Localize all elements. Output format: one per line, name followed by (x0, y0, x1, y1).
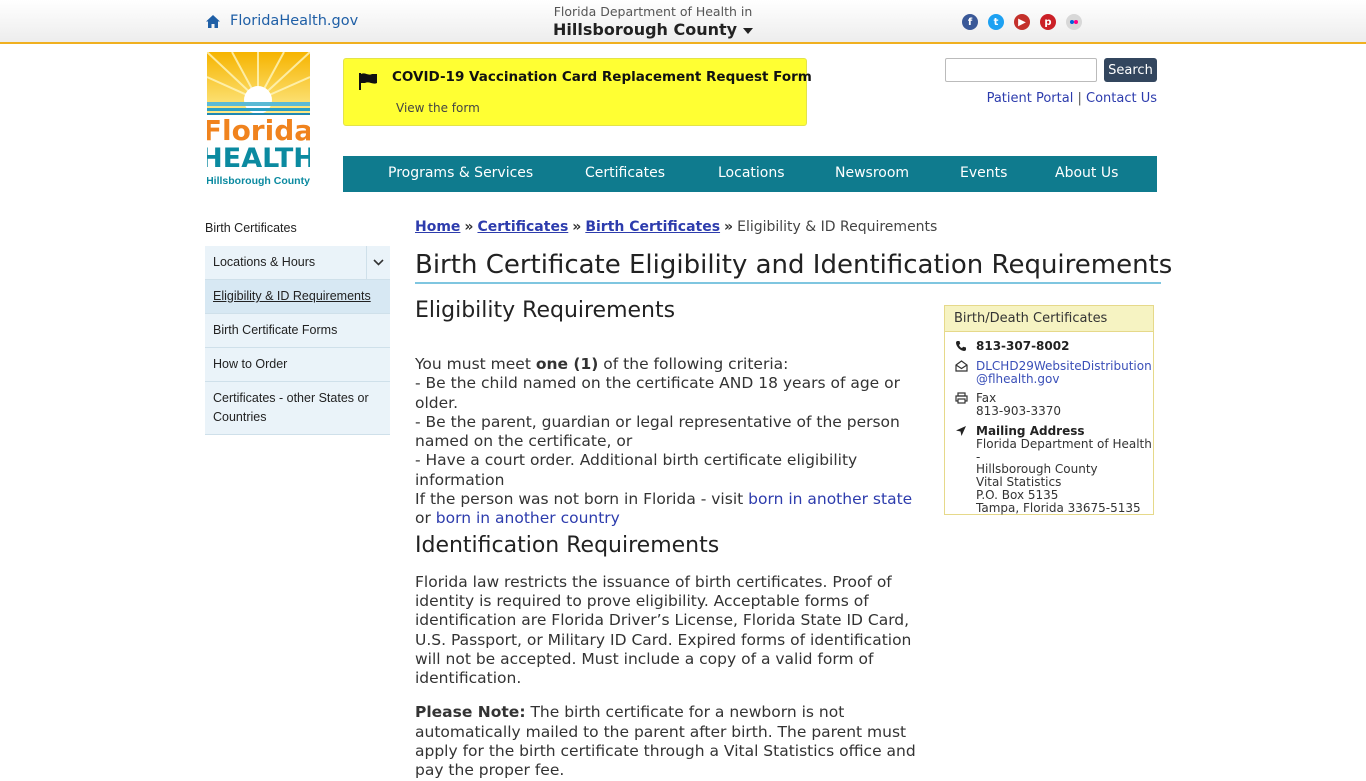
logo-word-county: Hillsborough County (207, 175, 310, 187)
breadcrumb: Home» Certificates» Birth Certificates» Eli… (415, 219, 937, 235)
nav-programs-services[interactable]: Programs & Services (388, 165, 533, 181)
sidebar-item-other-states[interactable]: Certificates - other States or Countries (205, 382, 390, 435)
eligibility-heading: Eligibility Requirements (415, 298, 676, 323)
county-selector[interactable]: Florida Department of Health in Hillsbor… (553, 4, 754, 39)
born-another-state-link[interactable]: born in another state (748, 490, 912, 508)
contact-fax-row: Fax 813-903-3370 (954, 392, 1061, 418)
nav-events[interactable]: Events (960, 165, 1007, 181)
contact-phone: 813-307-8002 (976, 339, 1070, 353)
please-note: Please Note: The birth certificate for a… (415, 703, 916, 780)
expand-toggle[interactable] (366, 246, 390, 279)
nav-newsroom[interactable]: Newsroom (835, 165, 909, 181)
twitter-icon[interactable]: t (988, 14, 1004, 30)
home-link-label: FloridaHealth.gov (230, 13, 359, 29)
sidebar-menu: Locations & Hours Eligibility & ID Requi… (205, 246, 390, 435)
nav-locations[interactable]: Locations (718, 165, 785, 181)
sidebar-item-forms[interactable]: Birth Certificate Forms (205, 314, 390, 348)
main-content: Eligibility Requirements You must meet o… (415, 296, 923, 781)
page-title: Birth Certificate Eligibility and Identi… (415, 250, 1172, 284)
address-line-1: Florida Department of Health - (976, 436, 1152, 464)
identification-heading: Identification Requirements (415, 532, 720, 558)
identification-text: Florida law restricts the issuance of bi… (415, 572, 912, 688)
contact-mailing-row: Mailing Address Florida Department of He… (954, 425, 1153, 515)
search-input[interactable] (945, 58, 1097, 82)
nav-about-us[interactable]: About Us (1055, 165, 1118, 181)
sidebar-title: Birth Certificates (205, 221, 297, 235)
caret-down-icon (743, 27, 754, 34)
contact-heading: Birth/Death Certificates (945, 306, 1153, 332)
logo-word-health: HEALTH (207, 143, 310, 174)
alert-title: COVID-19 Vaccination Card Replacement Re… (392, 69, 812, 85)
view-form-link[interactable]: View the form (396, 101, 480, 115)
breadcrumb-home[interactable]: Home (415, 219, 460, 235)
contact-box: Birth/Death Certificates 813-307-8002 DL… (944, 305, 1154, 515)
florida-health-logo[interactable]: Florida HEALTH Hillsborough County (200, 51, 316, 188)
dept-line1: Florida Department of Health in (553, 4, 753, 19)
search-button[interactable]: Search (1104, 58, 1157, 82)
dept-county-label: Hillsborough County (553, 20, 738, 39)
fax-number: 813-903-3370 (976, 403, 1062, 418)
address-line-5: Tampa, Florida 33675-5135 (976, 500, 1141, 515)
criteria-bullet-2: - Be the parent, guardian or legal repre… (415, 412, 900, 451)
chevron-down-icon (373, 259, 384, 266)
social-links: f t ▶ p (962, 14, 1082, 30)
not-born-in-florida: If the person was not born in Florida - … (415, 490, 913, 528)
floridahealth-home-link[interactable]: FloridaHealth.gov (205, 13, 358, 29)
printer-icon (954, 392, 968, 404)
breadcrumb-certificates[interactable]: Certificates (477, 219, 568, 235)
youtube-icon[interactable]: ▶ (1014, 14, 1030, 30)
flag-icon (359, 73, 377, 90)
sidebar-item-label: Certificates - other States or Countries (213, 391, 369, 424)
breadcrumb-current: Eligibility & ID Requirements (737, 219, 938, 235)
criteria-intro: You must meet one (1) of the following c… (415, 355, 789, 373)
nav-certificates[interactable]: Certificates (585, 165, 665, 181)
sidebar-item-label: Locations & Hours (213, 255, 316, 269)
criteria-bullet-3: - Have a court order. Additional birth c… (415, 451, 858, 489)
pinterest-icon[interactable]: p (1040, 14, 1056, 30)
envelope-icon (954, 360, 968, 372)
breadcrumb-separator: » (464, 219, 474, 235)
criteria-bold: one (1) (535, 355, 599, 373)
please-note-label: Please Note: (415, 703, 526, 722)
phone-icon (956, 341, 966, 351)
sidebar-item-label: How to Order (213, 357, 288, 371)
logo-graphic: Florida HEALTH Hillsborough County (200, 51, 316, 187)
utility-separator: | (1077, 91, 1082, 106)
contact-us-link[interactable]: Contact Us (1086, 91, 1157, 106)
sidebar-item-how-to-order[interactable]: How to Order (205, 348, 390, 382)
criteria-bullet-1: - Be the child named on the certificate … (415, 374, 900, 412)
facebook-icon[interactable]: f (962, 14, 978, 30)
patient-portal-link[interactable]: Patient Portal (987, 91, 1074, 106)
breadcrumb-separator: » (572, 219, 582, 235)
sidebar-item-locations-hours[interactable]: Locations & Hours (205, 246, 390, 280)
breadcrumb-birth-certificates[interactable]: Birth Certificates (585, 219, 720, 235)
sidebar-item-label: Birth Certificate Forms (213, 323, 338, 337)
sidebar-item-label: Eligibility & ID Requirements (213, 289, 371, 303)
flickr-icon[interactable] (1066, 14, 1082, 30)
contact-email-row: DLCHD29WebsiteDistribution @flhealth.gov (954, 360, 1152, 386)
born-another-country-link[interactable]: born in another country (436, 509, 620, 527)
covid-alert-banner: COVID-19 Vaccination Card Replacement Re… (343, 58, 812, 126)
location-arrow-icon (956, 426, 966, 436)
breadcrumb-separator: » (724, 219, 734, 235)
home-icon (206, 14, 220, 28)
utility-links: Patient Portal | Contact Us (987, 91, 1157, 106)
top-bar: FloridaHealth.gov Florida Department of … (0, 0, 1366, 44)
contact-phone-row: 813-307-8002 (954, 340, 1069, 353)
main-nav: Programs & Services Certificates Locatio… (343, 156, 1157, 192)
dept-county[interactable]: Hillsborough County (553, 20, 754, 39)
contact-email-link[interactable]: DLCHD29WebsiteDistribution @flhealth.gov (976, 360, 1152, 386)
sidebar-item-eligibility[interactable]: Eligibility & ID Requirements (205, 280, 390, 314)
